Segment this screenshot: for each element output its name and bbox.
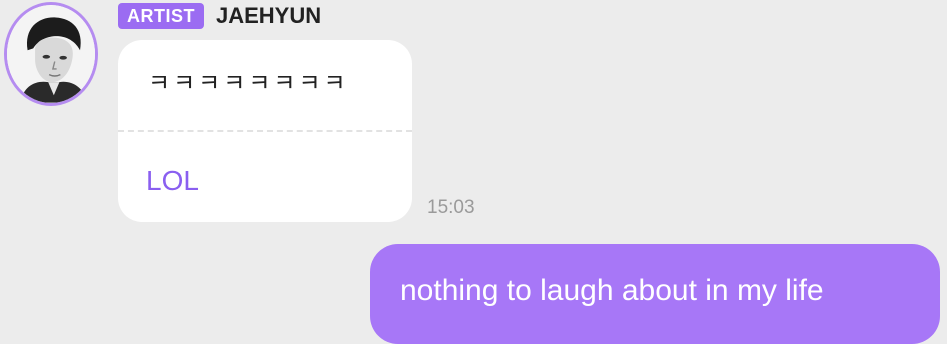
artist-badge: ARTIST (118, 3, 204, 29)
message-translation-text: LOL (146, 165, 199, 196)
outgoing-message-bubble[interactable]: nothing to laugh about in my life (370, 244, 940, 344)
sender-avatar[interactable] (4, 2, 98, 106)
message-timestamp: 15:03 (427, 197, 475, 218)
message-original-text: ㅋㅋㅋㅋㅋㅋㅋㅋ (148, 70, 349, 97)
portrait-icon (7, 5, 95, 103)
incoming-message-bubble[interactable]: ㅋㅋㅋㅋㅋㅋㅋㅋ LOL (118, 40, 412, 222)
translation-divider (118, 130, 412, 132)
sender-name[interactable]: JAEHYUN (216, 2, 321, 30)
outgoing-message-text: nothing to laugh about in my life (400, 274, 824, 307)
